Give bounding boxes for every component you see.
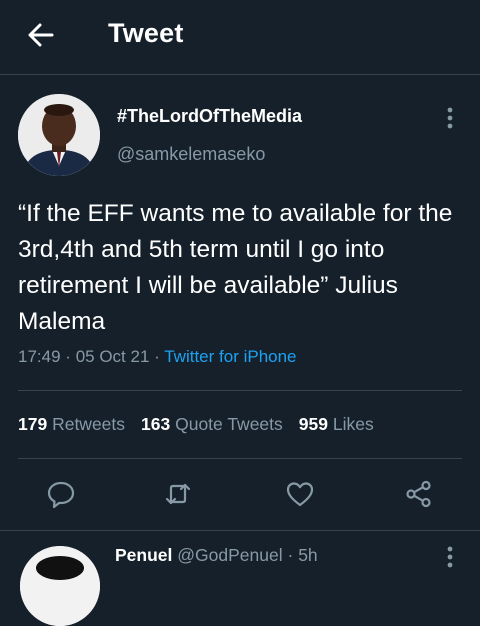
likes-stat[interactable]: 959 Likes (299, 414, 374, 434)
tweet-time: 17:49 (18, 347, 61, 366)
share-icon (406, 480, 431, 508)
tweet-stats: 179 Retweets 163 Quote Tweets 959 Likes (18, 414, 374, 435)
tweet-source-link[interactable]: Twitter for iPhone (164, 347, 296, 366)
quotes-stat[interactable]: 163 Quote Tweets (141, 414, 283, 434)
reply-separator: · (287, 545, 294, 565)
author-avatar[interactable] (18, 94, 100, 176)
likes-label: Likes (332, 414, 374, 434)
more-vertical-icon (447, 546, 453, 568)
quotes-label: Quote Tweets (175, 414, 283, 434)
reply-author-handle[interactable]: @GodPenuel (177, 545, 282, 565)
back-button[interactable] (26, 20, 56, 50)
arrow-left-icon (28, 23, 54, 47)
tweet-text: “If the EFF wants me to available for th… (18, 200, 453, 335)
tweet-more-button[interactable] (444, 106, 456, 132)
reply-more-button[interactable] (444, 545, 456, 571)
reply-button[interactable] (46, 479, 76, 509)
more-vertical-icon (447, 107, 453, 129)
reply-header: Penuel @GodPenuel · 5h (115, 545, 318, 566)
quotes-count: 163 (141, 414, 171, 434)
author-display-name[interactable]: #TheLordOfTheMedia (117, 106, 302, 127)
actions-divider (0, 530, 480, 531)
retweets-count: 179 (18, 414, 48, 434)
reply-avatar[interactable] (20, 546, 100, 626)
tweet-meta: 17:49 · 05 Oct 21 · Twitter for iPhone (18, 347, 297, 367)
retweets-stat[interactable]: 179 Retweets (18, 414, 125, 434)
stats-divider (18, 458, 462, 459)
reply-time: 5h (298, 545, 318, 565)
header-divider (0, 74, 480, 75)
page-title: Tweet (108, 18, 184, 48)
share-button[interactable] (404, 479, 434, 509)
author-handle[interactable]: @samkelemaseko (117, 144, 265, 165)
retweet-icon (165, 483, 191, 505)
like-icon (286, 482, 314, 507)
meta-separator: · (65, 347, 71, 366)
reply-author-name[interactable]: Penuel (115, 545, 172, 565)
meta-divider (18, 390, 462, 391)
tweet-date: 05 Oct 21 (75, 347, 150, 366)
meta-separator: · (154, 347, 160, 366)
like-button[interactable] (285, 479, 315, 509)
top-bar: Tweet (0, 0, 480, 74)
reply-icon (47, 481, 75, 509)
retweet-button[interactable] (163, 479, 193, 509)
retweets-label: Retweets (52, 414, 126, 434)
likes-count: 959 (298, 414, 328, 434)
